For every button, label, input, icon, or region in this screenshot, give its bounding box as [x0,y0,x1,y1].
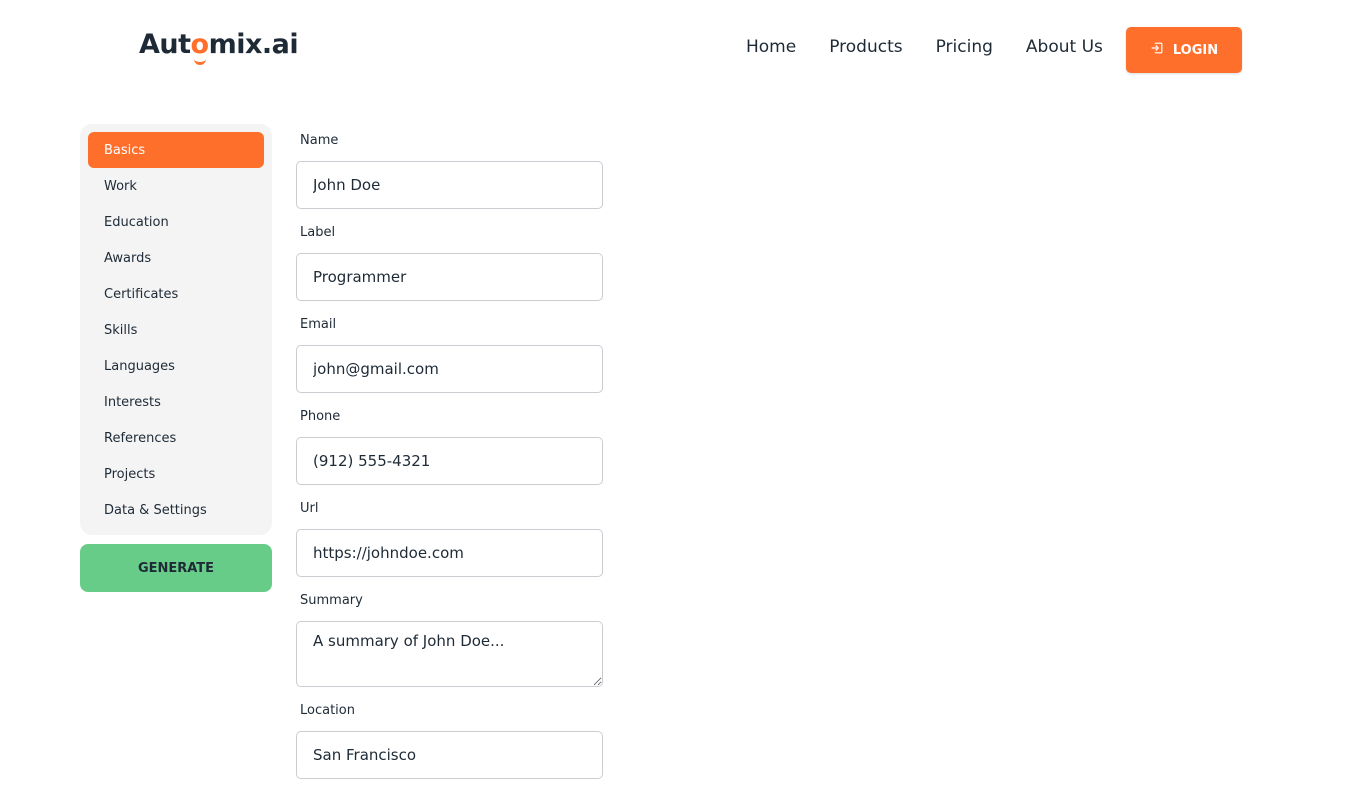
name-label: Name [300,133,339,148]
url-label: Url [300,501,319,516]
location-label: Location [300,703,355,718]
header: Automix.ai Home Products Pricing About U… [0,0,1366,100]
phone-field[interactable] [296,437,603,485]
login-icon [1150,41,1164,59]
sidebar-item-awards[interactable]: Awards [88,240,264,276]
url-field[interactable] [296,529,603,577]
login-button[interactable]: LOGIN [1126,27,1242,73]
sidebar-item-education[interactable]: Education [88,204,264,240]
brand-logo[interactable]: Automix.ai [139,29,299,60]
sidebar-item-interests[interactable]: Interests [88,384,264,420]
basics-form: Name Label Email Phone Url Summary A sum… [296,132,603,795]
nav-home[interactable]: Home [746,37,796,57]
nav-about-us[interactable]: About Us [1026,37,1103,57]
main-nav: Home Products Pricing About Us [746,37,1136,57]
sidebar-item-skills[interactable]: Skills [88,312,264,348]
generate-button[interactable]: GENERATE [80,544,272,592]
login-label: LOGIN [1172,42,1219,58]
sidebar-item-basics[interactable]: Basics [88,132,264,168]
label-label: Label [300,225,336,240]
nav-products[interactable]: Products [829,37,902,57]
sidebar-item-certificates[interactable]: Certificates [88,276,264,312]
name-field[interactable] [296,161,603,209]
sidebar-item-work[interactable]: Work [88,168,264,204]
label-field[interactable] [296,253,603,301]
sidebar-item-references[interactable]: References [88,420,264,456]
nav-pricing[interactable]: Pricing [936,37,993,57]
email-label: Email [300,317,337,332]
summary-field[interactable]: A summary of John Doe... [296,621,603,687]
sidebar-item-languages[interactable]: Languages [88,348,264,384]
sidebar-item-data-settings[interactable]: Data & Settings [88,492,264,528]
location-field[interactable] [296,731,603,779]
summary-label: Summary [300,593,363,608]
phone-label: Phone [300,409,341,424]
sidebar-item-projects[interactable]: Projects [88,456,264,492]
email-field[interactable] [296,345,603,393]
sidebar: Basics Work Education Awards Certificate… [80,124,272,535]
